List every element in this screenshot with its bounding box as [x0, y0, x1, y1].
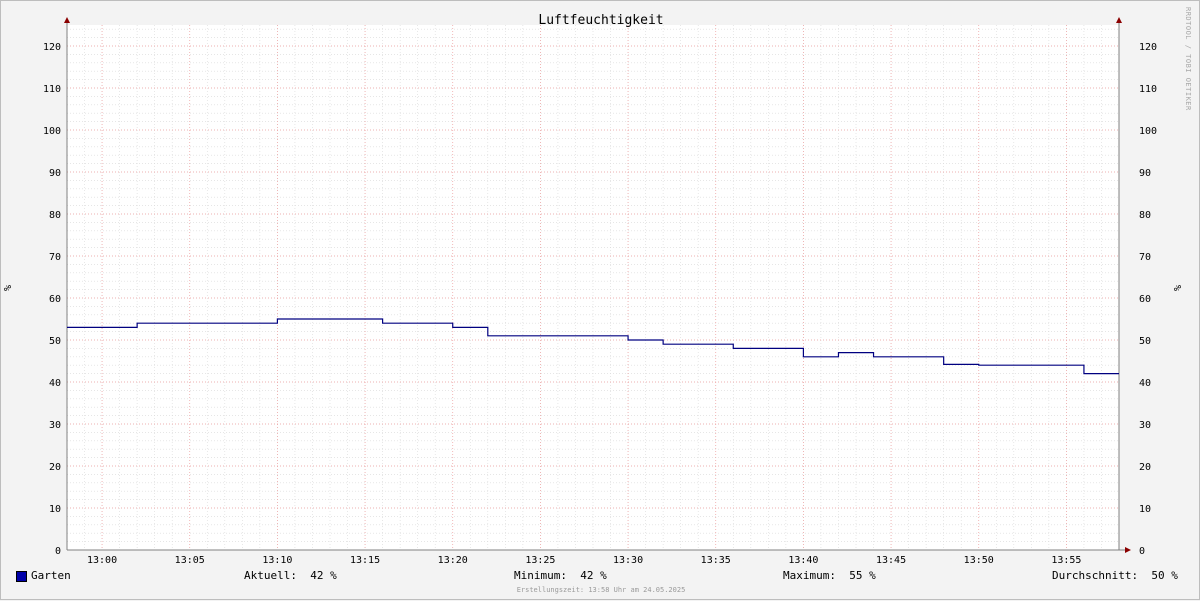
y-tick-label-left: 110	[43, 84, 61, 95]
y-tick-label-left: 50	[49, 336, 61, 347]
legend-series-name: Garten	[31, 569, 71, 582]
y-tick-label-left: 0	[55, 546, 61, 557]
y-tick-label-left: 120	[43, 42, 61, 53]
stat-average: Durchschnitt: 50 %	[1052, 569, 1178, 582]
y-axis-label-right: %	[1173, 285, 1184, 291]
stat-maximum: Maximum: 55 %	[783, 569, 876, 582]
stat-maximum-label: Maximum:	[783, 569, 836, 582]
y-axis-label-left: %	[3, 285, 14, 291]
y-tick-label-left: 70	[49, 252, 61, 263]
y-tick-label-right: 30	[1139, 420, 1151, 431]
y-tick-label-right: 20	[1139, 462, 1151, 473]
x-axis-arrow	[1125, 547, 1131, 553]
chart-canvas: 0 0 10 10 20 20 30 30 40 40 50 50 60 60 70 70 80 80 90 90 10…	[1, 1, 1200, 601]
y-tick-label-right: 80	[1139, 210, 1151, 221]
y-tick-label-right: 0	[1139, 546, 1145, 557]
y-tick-label-right: 110	[1139, 84, 1157, 95]
y-tick-label-right: 60	[1139, 294, 1151, 305]
y-tick-label-left: 20	[49, 462, 61, 473]
stat-minimum-label: Minimum:	[514, 569, 567, 582]
y-tick-label-left: 60	[49, 294, 61, 305]
stat-average-value: 50 %	[1151, 569, 1178, 582]
x-tick-label: 13:05	[175, 555, 205, 566]
y-tick-label-right: 10	[1139, 504, 1151, 515]
stat-current-label: Aktuell:	[244, 569, 297, 582]
stat-minimum: Minimum: 42 %	[514, 569, 607, 582]
y-tick-label-left: 80	[49, 210, 61, 221]
y-tick-label-left: 10	[49, 504, 61, 515]
stat-maximum-value: 55 %	[849, 569, 876, 582]
y-tick-label-right: 90	[1139, 168, 1151, 179]
y-tick-label-left: 90	[49, 168, 61, 179]
legend-swatch-garten	[16, 571, 27, 582]
y-tick-label-left: 30	[49, 420, 61, 431]
y-tick-label-right: 40	[1139, 378, 1151, 389]
rrdtool-watermark: RRDTOOL / TOBI OETIKER	[1184, 7, 1192, 111]
y-axis-right-arrow	[1116, 17, 1122, 23]
x-tick-label: 13:15	[350, 555, 380, 566]
x-tick-label: 13:40	[788, 555, 818, 566]
y-tick-label-right: 100	[1139, 126, 1157, 137]
y-tick-label-right: 120	[1139, 42, 1157, 53]
y-axis-left-arrow	[64, 17, 70, 23]
x-tick-label: 13:45	[876, 555, 906, 566]
x-tick-label: 13:20	[438, 555, 468, 566]
y-tick-label-left: 100	[43, 126, 61, 137]
x-tick-label: 13:50	[964, 555, 994, 566]
y-tick-label-left: 40	[49, 378, 61, 389]
y-tick-label-right: 50	[1139, 336, 1151, 347]
stat-current: Aktuell: 42 %	[244, 569, 337, 582]
x-tick-label: 13:55	[1051, 555, 1081, 566]
y-tick-label-right: 70	[1139, 252, 1151, 263]
chart-title: Luftfeuchtigkeit	[538, 13, 663, 28]
x-tick-label: 13:25	[525, 555, 555, 566]
x-tick-label: 13:10	[262, 555, 292, 566]
creation-timestamp: Erstellungszeit: 13:58 Uhr am 24.05.2025	[1, 586, 1200, 594]
stat-minimum-value: 42 %	[580, 569, 607, 582]
stat-current-value: 42 %	[310, 569, 337, 582]
x-tick-label: 13:35	[701, 555, 731, 566]
x-tick-label: 13:00	[87, 555, 117, 566]
chart-frame: 0 0 10 10 20 20 30 30 40 40 50 50 60 60 70 70 80 80 90 90 10…	[0, 0, 1200, 600]
x-tick-label: 13:30	[613, 555, 643, 566]
stat-average-label: Durchschnitt:	[1052, 569, 1138, 582]
